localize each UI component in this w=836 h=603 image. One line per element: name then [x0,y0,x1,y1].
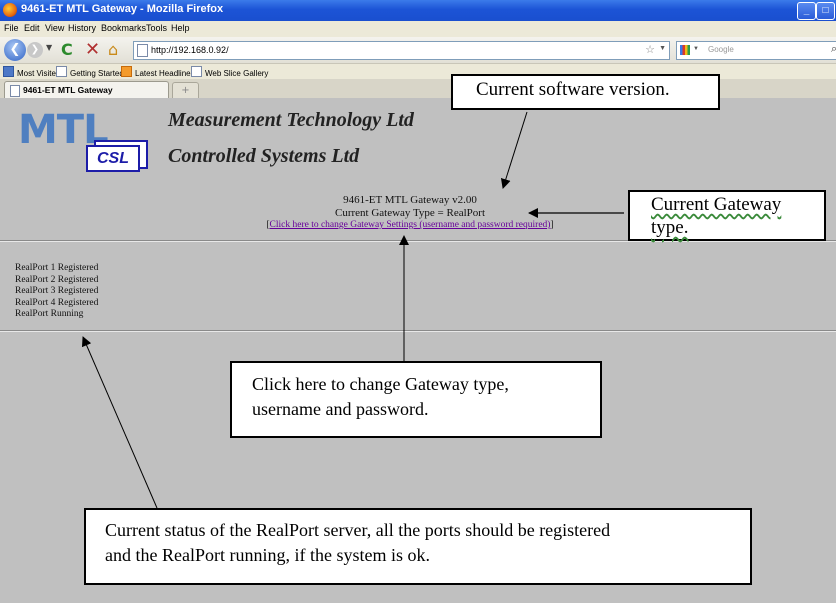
callout-text: Current Gateway [651,194,782,215]
change-settings-link[interactable]: Click here to change Gateway Settings (u… [270,220,551,230]
realport-status-list: RealPort 1 Registered RealPort 2 Registe… [15,263,98,321]
window-title: 9461-ET MTL Gateway - Mozilla Firefox [21,3,224,15]
callout-text: Current status of the RealPort server, a… [105,520,611,540]
csl-logo: CSL [86,140,148,172]
new-tab-button[interactable]: + [172,82,199,99]
firefox-icon [3,3,17,17]
maximize-button[interactable]: □ [816,2,835,20]
rss-icon [121,66,132,77]
status-line: RealPort 1 Registered [15,263,99,273]
navigation-toolbar: ❮ ❯ ▼ C ✕ ⌂ http://192.168.0.92/ ☆ ▼ ▼ G… [0,37,836,64]
home-icon[interactable]: ⌂ [108,40,118,59]
search-bar[interactable]: ▼ Google ⌕ [676,41,836,60]
minimize-button[interactable]: _ [797,2,816,20]
gateway-type: Current Gateway Type = RealPort [334,207,486,219]
bookmark-most-visited[interactable]: Most Visited [3,66,60,78]
status-line: RealPort 3 Registered [15,286,99,296]
callout-gateway-type: Current Gateway type. [628,190,826,241]
bookmark-latest-headlines[interactable]: Latest Headlines [121,66,195,78]
callout-realport-status: Current status of the RealPort server, a… [84,508,752,585]
divider [0,330,836,332]
page-icon [137,44,148,57]
menu-edit[interactable]: Edit [24,23,40,33]
search-engine-dropdown-icon[interactable]: ▼ [693,46,699,52]
forward-icon[interactable]: ❯ [27,42,43,58]
url-dropdown-icon[interactable]: ▼ [659,45,666,52]
stop-icon[interactable]: ✕ [85,39,100,60]
search-icon[interactable]: ⌕ [831,43,836,56]
callout-text: Click here to change Gateway type, [252,374,509,394]
callout-text: username and password. [252,399,429,419]
back-icon[interactable]: ❮ [4,39,26,61]
csl-logo-text: CSL [86,145,140,172]
reload-icon[interactable]: C [61,40,73,59]
window-title-bar: 9461-ET MTL Gateway - Mozilla Firefox _ … [0,0,836,21]
bookmark-getting-started[interactable]: Getting Started [56,66,124,78]
address-bar[interactable]: http://192.168.0.92/ ☆ ▼ [133,41,670,60]
status-line: RealPort 2 Registered [15,274,99,285]
bookmark-star-icon[interactable]: ☆ [645,43,655,56]
most-visited-icon [3,66,14,77]
menu-bar: File Edit View History Bookmarks Tools H… [0,21,836,37]
company-name-mtl: Measurement Technology Ltd [168,109,414,131]
menu-help[interactable]: Help [171,23,190,33]
menu-history[interactable]: History [68,23,96,33]
status-line: RealPort 4 Registered [15,297,99,308]
callout-software-version: Current software version. [451,74,720,110]
callout-text: and the RealPort running, if the system … [105,545,430,565]
page-icon [56,66,67,77]
google-icon [680,45,690,55]
software-version: 9461-ET MTL Gateway v2.00 [343,194,477,206]
callout-text: type. [651,217,689,238]
menu-view[interactable]: View [45,23,64,33]
history-dropdown-icon[interactable]: ▼ [46,43,52,52]
settings-line: [Click here to change Gateway Settings (… [266,220,554,230]
search-input[interactable]: Google [708,45,734,54]
page-icon [10,85,20,97]
menu-bookmarks[interactable]: Bookmarks [101,23,146,33]
company-name-csl: Controlled Systems Ltd [168,145,360,167]
page-icon [191,66,202,77]
callout-change-settings: Click here to change Gateway type, usern… [230,361,602,438]
menu-file[interactable]: File [4,23,19,33]
status-line: RealPort Running [15,309,84,319]
tab-mtl-gateway[interactable]: 9461-ET MTL Gateway [4,81,169,99]
url-text: http://192.168.0.92/ [151,45,229,55]
menu-tools[interactable]: Tools [146,23,167,33]
bookmark-web-slice-gallery[interactable]: Web Slice Gallery [191,66,268,78]
